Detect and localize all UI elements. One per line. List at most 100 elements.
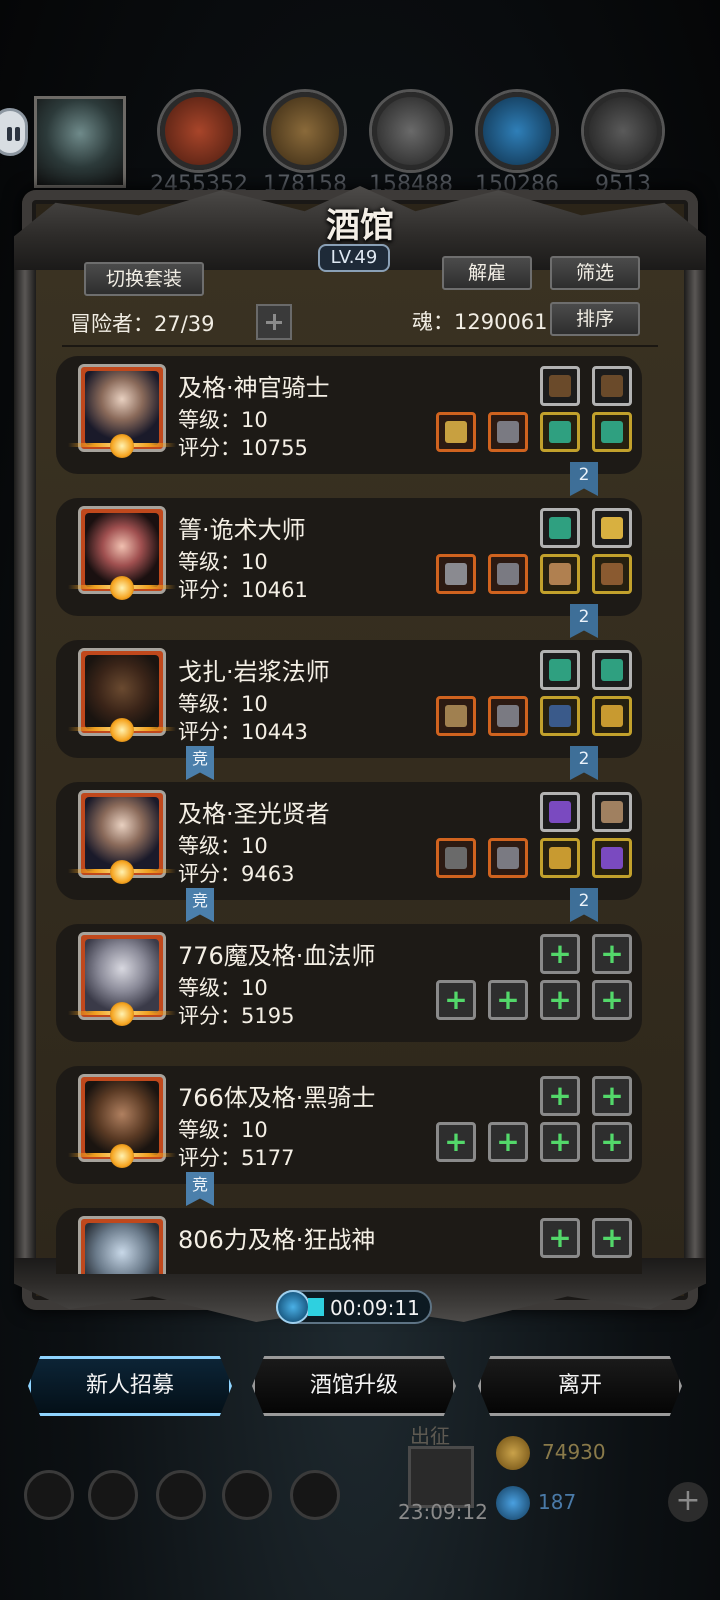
equip-slot[interactable]: + [592, 980, 632, 1020]
equip-slot[interactable] [592, 696, 632, 736]
add-equipment-icon: + [548, 1221, 572, 1254]
equip-slot[interactable] [592, 554, 632, 594]
switch-outfit-button[interactable]: 切换套装 [84, 262, 204, 296]
equip-slot[interactable]: + [540, 934, 580, 974]
shield-icon [549, 563, 571, 585]
equip-slot[interactable]: + [592, 934, 632, 974]
equip-slot[interactable] [436, 838, 476, 878]
hero-level: 等级：10 [178, 1118, 268, 1142]
equip-slot[interactable]: + [436, 980, 476, 1020]
equip-slot[interactable] [488, 696, 528, 736]
equip-slot[interactable]: + [540, 1122, 580, 1162]
hero-card[interactable]: 及格·神官骑士 等级：10 评分：10755 [56, 356, 642, 474]
tavern-level-badge: LV.49 [318, 244, 390, 272]
hero-card[interactable]: 及格·圣光贤者 等级：10 评分：9463 [56, 782, 642, 900]
equip-slot[interactable] [488, 412, 528, 452]
hero-score: 评分：10755 [178, 436, 308, 460]
equip-slot[interactable] [436, 412, 476, 452]
add-equipment-icon: + [548, 937, 572, 970]
add-equipment-icon: + [444, 1125, 468, 1158]
expedition-label: 出征 [410, 1424, 450, 1448]
hero-level: 等级：10 [178, 692, 268, 716]
wood-icon [266, 92, 344, 170]
add-currency-button[interactable]: + [668, 1482, 708, 1522]
equip-slot[interactable] [592, 792, 632, 832]
recruit-timer: 00:09:11 [276, 1290, 432, 1324]
clock-icon [276, 1290, 310, 1324]
ranking-icon[interactable] [290, 1470, 340, 1520]
hero-name: 766体及格·黑骑士 [178, 1084, 376, 1112]
equip-slot[interactable]: + [540, 980, 580, 1020]
ring-icon [601, 705, 623, 727]
equip-slot[interactable] [436, 696, 476, 736]
meat-icon [160, 92, 238, 170]
equip-slot[interactable] [592, 508, 632, 548]
equip-slot[interactable]: + [540, 1076, 580, 1116]
equip-slot[interactable] [540, 508, 580, 548]
equip-slot[interactable]: + [592, 1218, 632, 1258]
hero-score: 评分：10461 [178, 578, 308, 602]
arena-badge: 竞 [186, 1172, 214, 1206]
hero-name: 戈扎·岩浆法师 [178, 658, 330, 686]
dismiss-button[interactable]: 解雇 [442, 256, 532, 290]
add-equipment-icon: + [600, 1125, 624, 1158]
player-avatar[interactable] [34, 96, 126, 188]
equip-slot[interactable] [592, 650, 632, 690]
equip-slot[interactable] [540, 792, 580, 832]
set-count-badge: 2 [570, 888, 598, 922]
hero-card[interactable]: 箐·诡术大师 等级：10 评分：10461 [56, 498, 642, 616]
filter-button[interactable]: 筛选 [550, 256, 640, 290]
equip-slot[interactable]: + [488, 980, 528, 1020]
guild-icon[interactable] [88, 1470, 138, 1520]
hero-score: 评分：10443 [178, 720, 308, 744]
hero-card[interactable]: 776魔及格·血法师 等级：10 评分：5195 + + + + + + [56, 924, 642, 1042]
panel-title: 酒馆 [326, 206, 394, 246]
equip-slot[interactable]: + [592, 1076, 632, 1116]
gift-icon[interactable] [408, 1446, 474, 1508]
equip-slot[interactable]: + [592, 1122, 632, 1162]
hero-portrait [78, 1216, 166, 1274]
upgrade-tavern-button[interactable]: 酒馆升级 [252, 1356, 456, 1416]
equip-slot[interactable] [540, 696, 580, 736]
wand-icon [601, 847, 623, 869]
equip-slot[interactable] [592, 838, 632, 878]
timer-progress [308, 1298, 324, 1316]
hero-card[interactable]: 766体及格·黑骑士 等级：10 评分：5177 + + + + + + [56, 1066, 642, 1184]
pause-icon[interactable] [0, 108, 28, 156]
armor-icon [497, 563, 519, 585]
equip-slot[interactable] [488, 838, 528, 878]
hero-list[interactable]: 及格·神官骑士 等级：10 评分：10755 2 箐·诡术大师 等级：10 评分：10461… [56, 356, 660, 1274]
rarity-sun-icon [68, 576, 176, 600]
hero-level: 等级：10 [178, 834, 268, 858]
equip-slot[interactable] [540, 366, 580, 406]
add-equipment-icon: + [600, 1079, 624, 1112]
equip-slot[interactable] [488, 554, 528, 594]
equip-slot[interactable] [592, 366, 632, 406]
equip-slot[interactable] [540, 650, 580, 690]
hero-card[interactable]: 806力及格·狂战神 + + [56, 1208, 642, 1274]
armor-icon [497, 847, 519, 869]
equip-slot[interactable] [592, 412, 632, 452]
mace-icon [445, 847, 467, 869]
leave-button[interactable]: 离开 [478, 1356, 682, 1416]
settings-icon[interactable] [24, 1470, 74, 1520]
add-slot-button[interactable] [256, 304, 292, 340]
equip-slot[interactable] [540, 554, 580, 594]
equip-slot[interactable]: + [488, 1122, 528, 1162]
armor-icon [497, 705, 519, 727]
hero-level: 等级：10 [178, 976, 268, 1000]
equip-slot[interactable]: + [540, 1218, 580, 1258]
equip-slot[interactable] [540, 838, 580, 878]
equip-slot[interactable]: + [436, 1122, 476, 1162]
mail-icon[interactable] [222, 1470, 272, 1520]
bow-icon [549, 375, 571, 397]
hero-card[interactable]: 戈扎·岩浆法师等级：10 评分：10443 [56, 640, 642, 758]
arena-badge: 竞 [186, 746, 214, 780]
add-equipment-icon: + [600, 1221, 624, 1254]
sort-button[interactable]: 排序 [550, 302, 640, 336]
recruit-button[interactable]: 新人招募 [28, 1356, 232, 1416]
add-equipment-icon: + [600, 983, 624, 1016]
equip-slot[interactable] [540, 412, 580, 452]
castle-icon[interactable] [156, 1470, 206, 1520]
equip-slot[interactable] [436, 554, 476, 594]
